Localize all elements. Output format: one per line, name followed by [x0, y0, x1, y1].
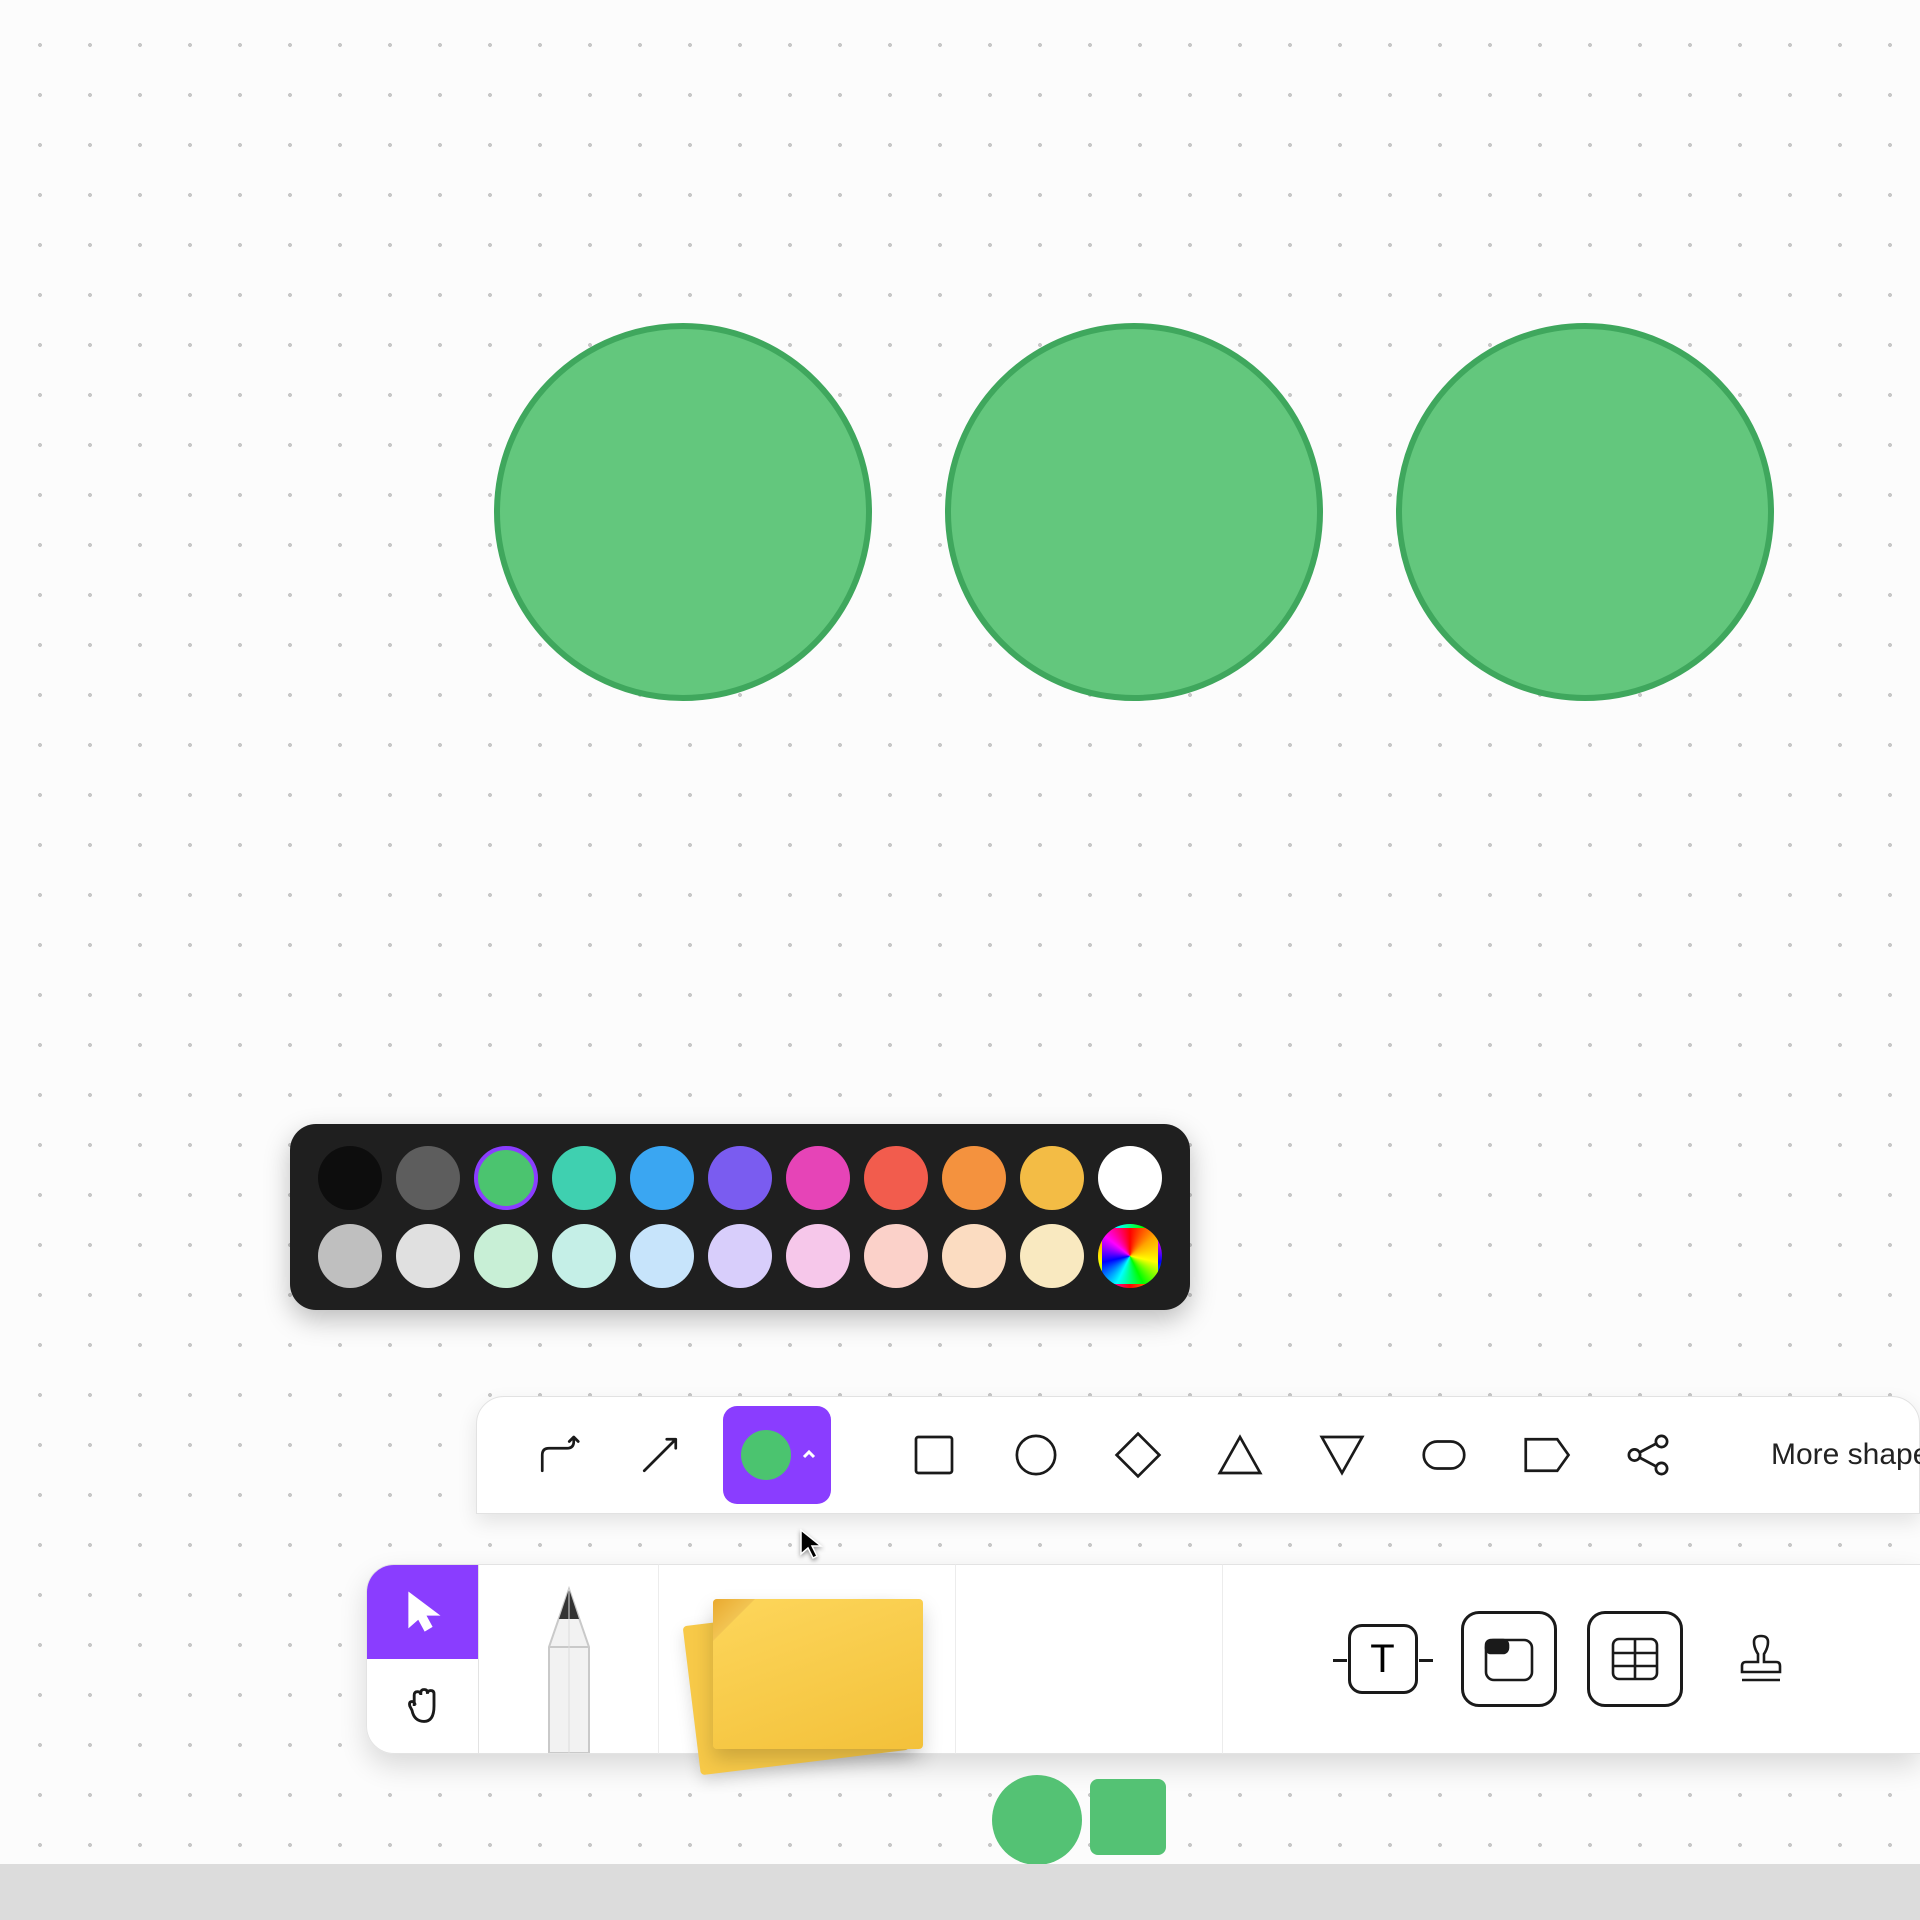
shape-color-button[interactable] [723, 1406, 831, 1504]
shape-chevron-tool[interactable] [1507, 1416, 1585, 1494]
connector-straight-tool[interactable] [621, 1416, 699, 1494]
color-swatch-light-yellow[interactable] [1020, 1224, 1084, 1288]
color-swatch-blue[interactable] [630, 1146, 694, 1210]
shapes-tool-circle-icon [992, 1775, 1082, 1865]
color-palette [290, 1124, 1190, 1310]
shape-share-tool[interactable] [1609, 1416, 1687, 1494]
cursor-icon [797, 1528, 829, 1560]
more-shapes-button[interactable]: More shapes [1771, 1438, 1920, 1472]
color-swatch-light-orange[interactable] [942, 1224, 1006, 1288]
stamp-tool[interactable] [1713, 1611, 1809, 1707]
color-swatch-red[interactable] [864, 1146, 928, 1210]
shape-circle-tool[interactable] [997, 1416, 1075, 1494]
text-tool-label: T [1370, 1637, 1394, 1682]
footer-bar [0, 1864, 1920, 1920]
color-swatch-light-blue[interactable] [630, 1224, 694, 1288]
shape-rectangle-tool[interactable] [895, 1416, 973, 1494]
canvas-shape-circle[interactable] [945, 323, 1323, 701]
hand-mode-button[interactable] [367, 1659, 478, 1753]
shape-diamond-tool[interactable] [1099, 1416, 1177, 1494]
shape-triangle-down-tool[interactable] [1303, 1416, 1381, 1494]
color-swatch-black[interactable] [318, 1146, 382, 1210]
color-swatch-purple[interactable] [708, 1146, 772, 1210]
shape-toolbar: More shapes [476, 1396, 1920, 1514]
color-swatch-light-magenta[interactable] [786, 1224, 850, 1288]
pen-tool[interactable] [504, 1583, 634, 1753]
select-mode-button[interactable] [367, 1565, 478, 1659]
shape-color-preview-icon [741, 1430, 791, 1480]
color-swatch-yellow[interactable] [1020, 1146, 1084, 1210]
color-swatch-light-teal[interactable] [552, 1224, 616, 1288]
color-swatch-light-purple[interactable] [708, 1224, 772, 1288]
color-swatch-light-red[interactable] [864, 1224, 928, 1288]
section-tool[interactable] [1461, 1611, 1557, 1707]
color-swatch-green[interactable] [474, 1146, 538, 1210]
sticky-note-tool[interactable] [677, 1587, 937, 1753]
canvas-shape-circle[interactable] [494, 323, 872, 701]
main-toolbar: T [366, 1564, 1920, 1754]
color-swatch-gray[interactable] [396, 1146, 460, 1210]
chevron-up-icon [801, 1447, 817, 1463]
shape-triangle-up-tool[interactable] [1201, 1416, 1279, 1494]
color-swatch-orange[interactable] [942, 1146, 1006, 1210]
color-swatch-teal[interactable] [552, 1146, 616, 1210]
color-swatch-light-gray-1[interactable] [318, 1224, 382, 1288]
shapes-tool-square-icon [1090, 1779, 1166, 1855]
color-swatch-light-gray-2[interactable] [396, 1224, 460, 1288]
shape-rounded-rect-tool[interactable] [1405, 1416, 1483, 1494]
color-swatch-white[interactable] [1098, 1146, 1162, 1210]
color-swatch-custom[interactable] [1098, 1224, 1162, 1288]
color-swatch-light-green[interactable] [474, 1224, 538, 1288]
text-tool[interactable]: T [1335, 1611, 1431, 1707]
color-swatch-magenta[interactable] [786, 1146, 850, 1210]
connector-elbow-tool[interactable] [519, 1416, 597, 1494]
canvas-shape-circle[interactable] [1396, 323, 1774, 701]
table-tool[interactable] [1587, 1611, 1683, 1707]
